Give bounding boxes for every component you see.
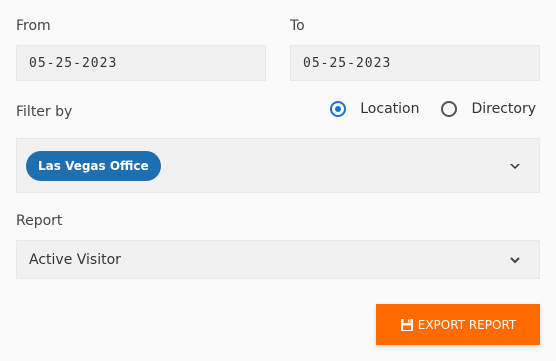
to-label: To: [290, 18, 305, 34]
directory-radio-label: Directory: [471, 101, 536, 117]
location-radio[interactable]: Location: [330, 101, 419, 117]
filter-by-label: Filter by: [16, 104, 73, 120]
location-multiselect[interactable]: Las Vegas Office: [16, 138, 540, 193]
report-selected-value: Active Visitor: [29, 251, 121, 268]
export-report-label: EXPORT REPORT: [417, 317, 517, 332]
export-report-button[interactable]: EXPORT REPORT: [376, 304, 540, 345]
to-date-field[interactable]: 05-25-2023: [290, 45, 540, 81]
radio-checked-icon: [330, 101, 347, 117]
radio-unchecked-icon: [441, 101, 458, 117]
filter-radio-group: Location Directory: [308, 101, 536, 117]
directory-radio[interactable]: Directory: [441, 101, 536, 117]
selected-location-chip[interactable]: Las Vegas Office: [26, 150, 161, 181]
save-icon: [400, 318, 414, 332]
from-date-field[interactable]: 05-25-2023: [16, 45, 266, 81]
report-select[interactable]: Active Visitor: [16, 240, 540, 279]
from-label: From: [16, 18, 51, 34]
chevron-down-icon[interactable]: [509, 254, 521, 266]
report-label: Report: [16, 213, 63, 229]
location-radio-label: Location: [360, 101, 420, 117]
chevron-down-icon[interactable]: [509, 161, 521, 173]
